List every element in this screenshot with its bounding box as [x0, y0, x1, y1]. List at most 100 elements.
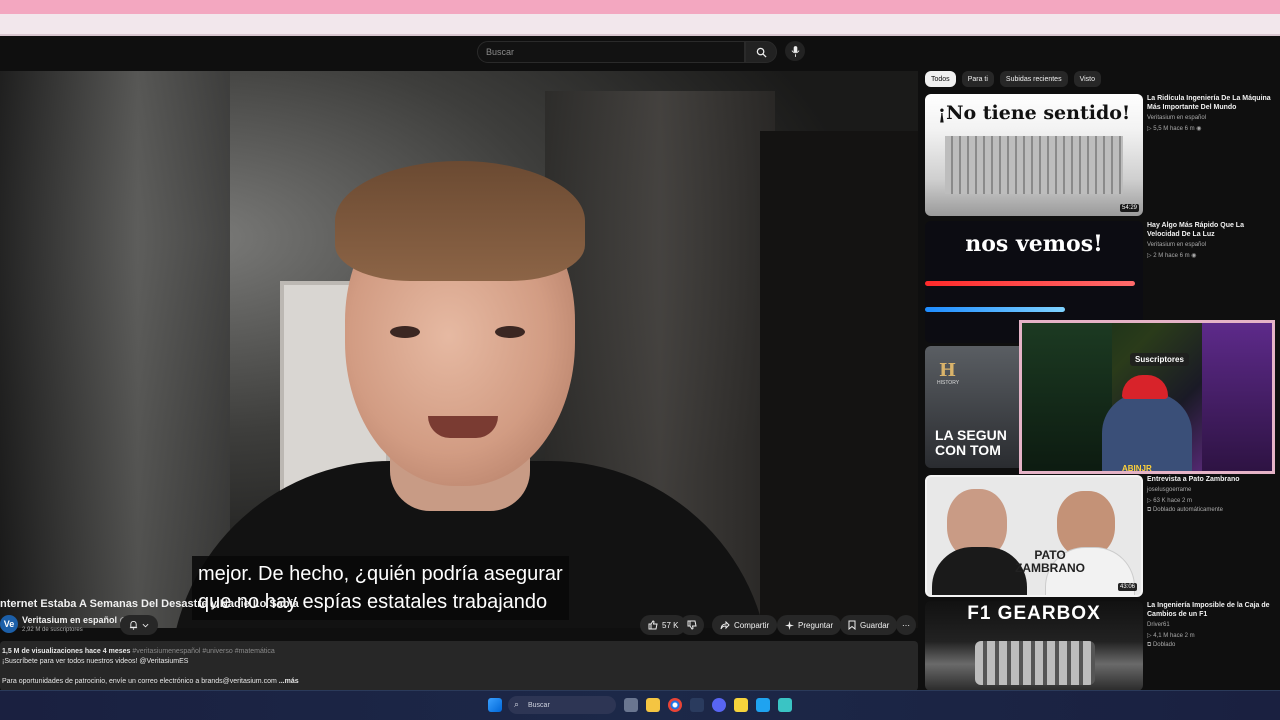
dubbed-badge: ⧉ Doblado automáticamente	[1147, 507, 1223, 513]
thumbs-down-icon	[687, 620, 697, 630]
video-duration: 54:29	[1119, 204, 1139, 212]
search-icon: ⌕	[514, 699, 520, 709]
video-thumbnail[interactable]: ¡No tiene sentido! 54:29	[925, 94, 1143, 216]
taskbar-search[interactable]: ⌕ Buscar	[508, 696, 616, 714]
thumbnail-gearbox	[975, 641, 1095, 685]
search-button[interactable]	[745, 41, 777, 63]
chevron-down-icon	[142, 623, 149, 627]
like-count: 57 K	[662, 620, 679, 630]
share-icon	[720, 620, 730, 629]
filter-chips: Todos Para ti Subidas recientes Visto	[925, 71, 1102, 87]
recommended-title: La Ingeniería Imposible de la Caja de Ca…	[1147, 602, 1270, 618]
video-duration: 43:06	[1117, 583, 1137, 591]
browser-top-strip	[0, 0, 1280, 14]
dislike-button[interactable]	[680, 615, 704, 635]
video-thumbnail[interactable]: H HISTORY LA SEGUN CON TOM	[925, 346, 1025, 468]
recommended-title: La Ridícula Ingeniería De La Máquina Más…	[1147, 95, 1271, 111]
overlay-subscribers-label: Suscriptores	[1130, 353, 1189, 366]
overlay-plant-background	[1022, 323, 1112, 471]
subscriber-count: 2,92 M de suscriptores	[22, 627, 83, 633]
recommended-title: Entrevista a Pato Zambrano	[1147, 476, 1240, 483]
chip-para-ti[interactable]: Para ti	[961, 71, 994, 87]
bookmark-icon	[848, 620, 856, 630]
mic-icon	[791, 45, 799, 57]
search-input[interactable]: Buscar	[477, 41, 745, 63]
recommended-channel: Driver61	[1147, 622, 1170, 628]
recommended-channel: Veritasium en español	[1147, 242, 1207, 248]
video-thumbnail[interactable]: F1 GEARBOX	[925, 601, 1143, 691]
chrome-icon[interactable]	[668, 698, 682, 712]
video-speaker	[335, 161, 585, 281]
history-logo: H	[939, 360, 957, 381]
recommended-meta: ▷ 2 M hace 6 m ◉	[1147, 253, 1197, 259]
thumbnail-person	[932, 547, 1027, 595]
description-views: 1,5 M de visualizaciones hace 4 meses #v…	[2, 648, 275, 655]
video-description[interactable]: 1,5 M de visualizaciones hace 4 meses #v…	[0, 641, 918, 691]
video-background	[760, 131, 918, 628]
thumbnail-text: PATO ZAMBRANO	[1015, 548, 1085, 575]
subtitle-line: mejor. De hecho, ¿quién podría asegurar	[198, 563, 563, 585]
recommended-meta: ▷ 63 K hace 2 m	[1147, 498, 1192, 504]
show-more-link[interactable]: ...más	[279, 678, 299, 685]
recommended-title: Hay Algo Más Rápido Que La Velocidad De …	[1147, 222, 1244, 238]
thumbnail-red-beam	[925, 281, 1135, 286]
video-background	[0, 71, 230, 628]
thumbnail-text: LA SEGUN CON TOM	[935, 427, 1007, 458]
video-player[interactable]: mejor. De hecho, ¿quién podría asegurar …	[0, 71, 918, 628]
chip-todos[interactable]: Todos	[925, 71, 956, 87]
video-speaker	[495, 326, 525, 338]
thumbnail-text: nos vemos!	[965, 231, 1103, 257]
taskbar: ⌕ Buscar	[0, 690, 1280, 720]
overlay-brick-wall	[1202, 323, 1272, 471]
channel-name-text: Veritasium en español	[22, 615, 118, 625]
recommended-video[interactable]: PATO ZAMBRANO 43:06 Entrevista a Pato Za…	[925, 475, 1280, 599]
discord-icon[interactable]	[712, 698, 726, 712]
app-icon[interactable]	[778, 698, 792, 712]
browser-tab-bar	[0, 14, 1280, 36]
sparkle-icon	[785, 620, 794, 630]
description-line: Para oportunidades de patrocinio, envíe …	[2, 678, 299, 685]
windows-start-icon[interactable]	[488, 698, 502, 712]
recommended-meta: ▷ 5,5 M hace 6 m ◉	[1147, 126, 1202, 132]
description-line: ¡Suscríbete para ver todos nuestros vide…	[2, 658, 189, 665]
share-button[interactable]: Compartir	[712, 615, 778, 635]
voice-search-button[interactable]	[785, 41, 805, 61]
video-thumbnail[interactable]: PATO ZAMBRANO 43:06	[925, 475, 1143, 597]
bell-icon	[129, 620, 138, 630]
recommended-channel: Veritasium en español	[1147, 115, 1207, 121]
video-subtitles: mejor. De hecho, ¿quién podría asegurar …	[192, 556, 569, 620]
thumbnail-text: ¡No tiene sentido!	[937, 102, 1131, 124]
overlay-streamer-cap	[1122, 375, 1168, 399]
ask-label: Preguntar	[798, 620, 834, 630]
recommended-meta: ▷ 4,1 M hace 2 m	[1147, 633, 1195, 639]
check-app-icon[interactable]	[690, 698, 704, 712]
save-button[interactable]: Guardar	[840, 615, 898, 635]
thumbs-up-icon	[648, 620, 658, 630]
channel-name[interactable]: Veritasium en español ◉	[22, 615, 127, 626]
share-label: Compartir	[734, 620, 770, 630]
search-icon	[756, 47, 767, 58]
chip-visto[interactable]: Visto	[1073, 71, 1102, 87]
save-label: Guardar	[860, 620, 890, 630]
history-logo-sub: HISTORY	[937, 380, 960, 386]
thumbnail-machine	[945, 136, 1123, 194]
webcam-overlay: Suscriptores ABINJR	[1019, 320, 1275, 474]
channel-avatar[interactable]: Ve	[0, 615, 18, 633]
recommended-video[interactable]: F1 GEARBOX La Ingeniería Imposible de la…	[925, 601, 1280, 691]
more-icon: ⋯	[902, 620, 910, 630]
chip-subidas-recientes[interactable]: Subidas recientes	[999, 71, 1068, 87]
recommended-video[interactable]: ¡No tiene sentido! 54:29 La Ridícula Ing…	[925, 94, 1280, 218]
notes-icon[interactable]	[734, 698, 748, 712]
ask-button[interactable]: Preguntar	[777, 615, 842, 635]
task-view-icon[interactable]	[624, 698, 638, 712]
overlay-streamer	[1102, 393, 1192, 471]
file-explorer-icon[interactable]	[646, 698, 660, 712]
notifications-button[interactable]	[120, 615, 158, 635]
video-speaker	[390, 326, 420, 338]
app-icon[interactable]	[756, 698, 770, 712]
recommended-channel: joselusgoerrame	[1147, 487, 1192, 493]
more-actions-button[interactable]: ⋯	[896, 615, 916, 635]
video-speaker	[428, 416, 498, 438]
thumbnail-text: F1 GEARBOX	[967, 603, 1101, 624]
video-title: nternet Estaba A Semanas Del Desastre y …	[0, 598, 299, 610]
